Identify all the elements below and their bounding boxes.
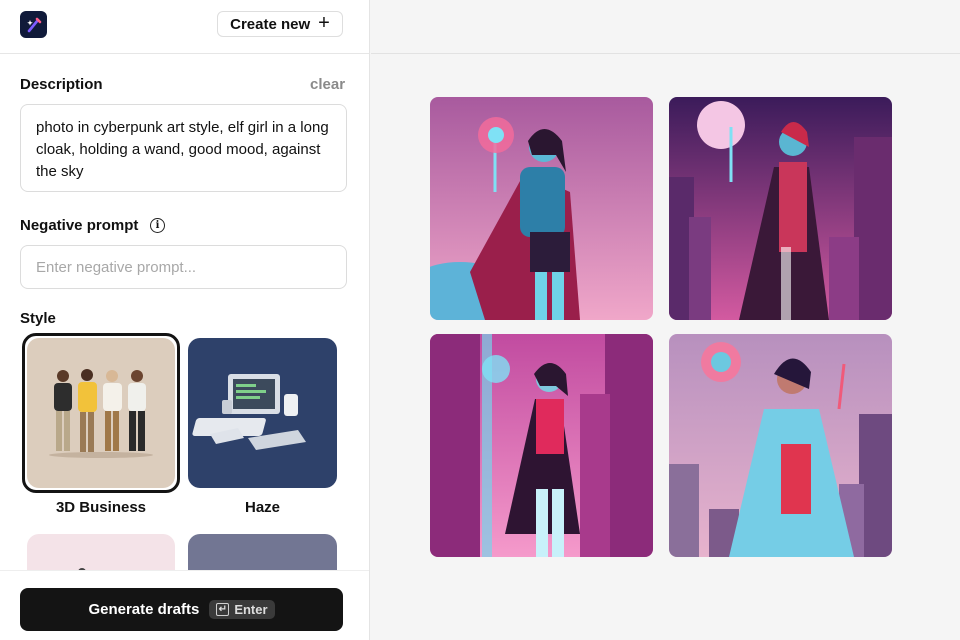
cyberpunk-elf-illustration-2 xyxy=(669,97,892,320)
generate-drafts-label: Generate drafts xyxy=(88,601,200,618)
negative-prompt-label: Negative prompt xyxy=(20,217,139,234)
main-header xyxy=(371,0,960,54)
description-textarea[interactable]: photo in cyberpunk art style, elf girl i… xyxy=(20,104,347,192)
app-logo[interactable] xyxy=(20,11,47,38)
draft-image-3[interactable] xyxy=(430,334,653,557)
create-new-label: Create new xyxy=(230,15,311,33)
cyberpunk-elf-illustration-1 xyxy=(430,97,653,320)
style-card-haze[interactable] xyxy=(188,338,337,488)
generate-drafts-button[interactable]: Generate drafts ↵ Enter xyxy=(20,588,343,631)
description-label: Description xyxy=(20,76,103,93)
style-card-3d-business[interactable] xyxy=(27,338,175,488)
enter-shortcut-badge: ↵ Enter xyxy=(209,600,275,619)
negative-prompt-input[interactable] xyxy=(20,245,347,289)
people-illustration xyxy=(49,369,153,458)
plus-icon: + xyxy=(318,12,330,34)
draft-image-1[interactable] xyxy=(430,97,653,320)
enter-shortcut-label: Enter xyxy=(234,602,268,617)
computer-illustration xyxy=(192,374,306,450)
style-label-haze: Haze xyxy=(244,499,281,516)
info-icon[interactable]: i xyxy=(150,218,165,233)
sidebar-header: Create new + xyxy=(0,0,369,54)
clear-description-link[interactable]: clear xyxy=(310,76,345,93)
style-label: Style xyxy=(20,310,56,327)
create-new-button[interactable]: Create new + xyxy=(217,11,343,37)
cyberpunk-elf-illustration-3 xyxy=(430,334,653,557)
cyberpunk-elf-illustration-4 xyxy=(669,334,892,557)
draft-image-2[interactable] xyxy=(669,97,892,320)
draft-image-4[interactable] xyxy=(669,334,892,557)
return-key-icon: ↵ xyxy=(216,603,230,616)
sparkle-pen-icon xyxy=(26,17,41,32)
style-label-3d-business: 3D Business xyxy=(55,499,147,516)
sidebar: Create new + Description clear photo in … xyxy=(0,0,370,640)
